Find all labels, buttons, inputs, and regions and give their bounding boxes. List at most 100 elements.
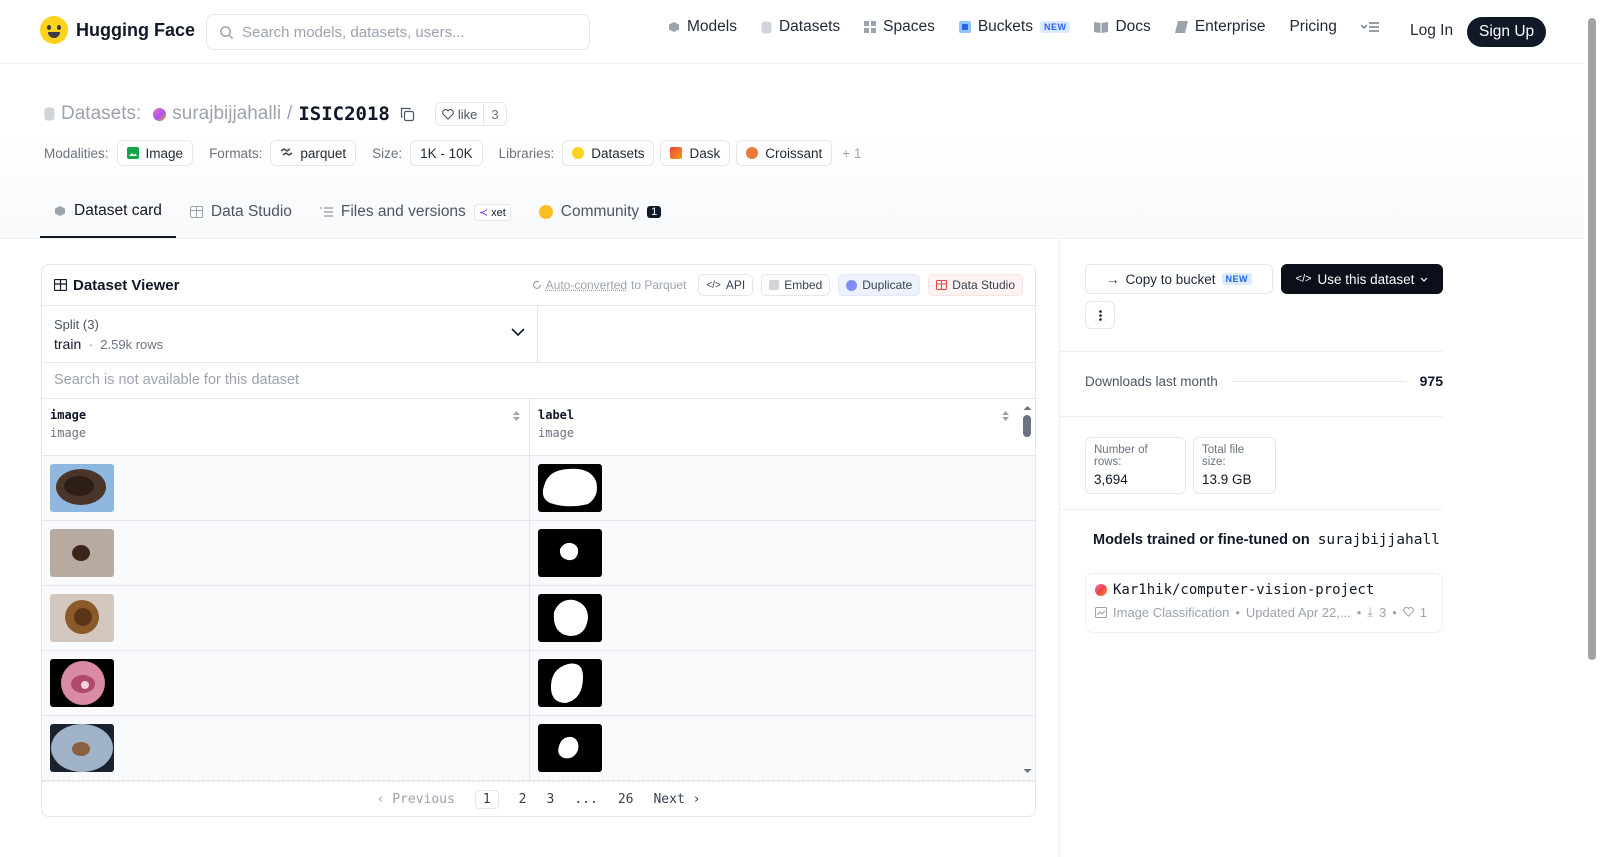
xet-badge-label: xet <box>491 206 506 219</box>
embed-button[interactable]: Embed <box>761 274 831 296</box>
column-header-label[interactable]: label image <box>530 399 1018 455</box>
image-modality-icon <box>126 147 139 159</box>
pager-page-1[interactable]: 1 <box>474 789 499 809</box>
auto-converted-note[interactable]: Auto-converted to Parquet <box>532 278 687 292</box>
table-scrollbar[interactable] <box>1020 401 1035 779</box>
segmentation-mask-thumbnail[interactable] <box>538 529 602 577</box>
pager-page-2[interactable]: 2 <box>519 792 527 807</box>
refresh-icon <box>532 280 541 289</box>
search-input[interactable] <box>242 23 572 41</box>
nav-spaces[interactable]: Spaces <box>864 18 935 36</box>
segmentation-mask-thumbnail[interactable] <box>538 659 602 707</box>
table-row[interactable] <box>42 521 1035 586</box>
embed-icon <box>769 280 780 290</box>
tag-croissant[interactable]: Croissant <box>736 140 833 166</box>
new-badge: NEW <box>1221 273 1253 285</box>
search-bar[interactable] <box>206 14 590 50</box>
sort-icon[interactable] <box>512 410 521 422</box>
copy-to-bucket-button[interactable]: → Copy to bucket NEW <box>1085 264 1273 294</box>
model-likes: 1 <box>1419 604 1428 620</box>
lesion-image-thumbnail[interactable] <box>50 659 114 707</box>
tag-datasets-label: Datasets <box>591 145 645 161</box>
nav-pricing[interactable]: Pricing <box>1289 18 1336 36</box>
auto-converted-link[interactable]: Auto-converted <box>546 278 627 292</box>
data-studio-label: Data Studio <box>952 278 1015 292</box>
spaces-grid-icon <box>864 21 877 33</box>
repo-name[interactable]: ISIC2018 <box>298 103 390 125</box>
tag-dask[interactable]: Dask <box>660 140 731 166</box>
pager-next-label: Next <box>653 791 685 807</box>
nav-more-menu[interactable] <box>1360 21 1379 33</box>
signup-button[interactable]: Sign Up <box>1467 17 1547 47</box>
libraries-more[interactable]: + 1 <box>842 146 861 161</box>
tag-datasets[interactable]: Datasets <box>562 140 655 166</box>
tab-files-and-versions[interactable]: Files and versions ≺ xet <box>306 186 525 238</box>
vertical-dots-icon <box>1098 309 1102 321</box>
stat-label: Number of rows: <box>1094 444 1148 468</box>
modalities-label: Modalities: <box>44 145 109 161</box>
repo-kind[interactable]: Datasets: <box>61 103 141 125</box>
model-card[interactable]: Kar1hik/computer-vision-project Image Cl… <box>1085 573 1443 633</box>
table-icon <box>189 206 203 218</box>
community-count-badge: 1 <box>647 206 662 218</box>
pager-next[interactable]: Next › <box>653 792 700 807</box>
nav-enterprise[interactable]: Enterprise <box>1174 18 1265 36</box>
tag-image[interactable]: Image <box>116 140 194 166</box>
pager-page-26[interactable]: 26 <box>618 792 634 807</box>
nav-docs[interactable]: Docs <box>1094 18 1151 36</box>
xet-badge: ≺ xet <box>473 203 511 221</box>
libraries-label: Libraries: <box>498 145 555 161</box>
duplicate-button[interactable]: Duplicate <box>838 274 921 296</box>
download-icon: ⤓ <box>1367 604 1373 619</box>
code-icon: </> <box>1295 273 1312 285</box>
segmentation-mask-thumbnail[interactable] <box>538 594 602 642</box>
model-name[interactable]: Kar1hik/computer-vision-project <box>1113 582 1374 598</box>
pager-previous[interactable]: ‹ Previous <box>377 792 455 807</box>
column-header-image[interactable]: image image <box>42 399 530 455</box>
more-options-button[interactable] <box>1085 301 1115 329</box>
downloads-value: 975 <box>1419 373 1443 389</box>
repo-owner[interactable]: surajbijjahalli <box>172 103 281 125</box>
lesion-image-thumbnail[interactable] <box>50 464 114 512</box>
login-link[interactable]: Log In <box>1410 22 1453 40</box>
nav-models[interactable]: Models <box>668 18 737 36</box>
use-this-dataset-button[interactable]: </> Use this dataset <box>1281 264 1443 294</box>
tab-community[interactable]: Community 1 <box>525 186 676 238</box>
nav-pricing-label: Pricing <box>1289 18 1337 35</box>
tag-parquet[interactable]: parquet <box>270 140 357 166</box>
chevron-down-icon <box>511 328 525 337</box>
like-button[interactable]: like 3 <box>434 102 507 126</box>
lesion-image-thumbnail[interactable] <box>50 529 114 577</box>
nav-buckets[interactable]: Buckets NEW <box>958 18 1071 36</box>
api-label: API <box>725 278 746 292</box>
segmentation-mask-thumbnail[interactable] <box>538 464 602 512</box>
column-name: image <box>50 408 87 422</box>
table-row[interactable] <box>42 586 1035 651</box>
table-row[interactable] <box>42 716 1035 781</box>
tab-dataset-card[interactable]: Dataset card <box>40 186 176 238</box>
segmentation-mask-thumbnail[interactable] <box>538 724 602 772</box>
table-row[interactable] <box>42 651 1035 716</box>
tag-parquet-label: parquet <box>300 145 347 161</box>
data-studio-button[interactable]: Data Studio <box>928 274 1023 296</box>
model-updated: Updated Apr 22,... <box>1245 604 1351 620</box>
logo[interactable]: Hugging Face <box>40 16 195 44</box>
tab-data-studio-label: Data Studio <box>210 203 292 220</box>
nav-datasets[interactable]: Datasets <box>761 18 840 36</box>
sidebar-divider <box>1060 509 1443 510</box>
page-scrollbar[interactable] <box>1588 18 1596 660</box>
meta-separator: • <box>1235 604 1240 620</box>
pager-page-3[interactable]: 3 <box>547 792 555 807</box>
table-row[interactable] <box>42 456 1035 521</box>
lesion-image-thumbnail[interactable] <box>50 594 114 642</box>
database-icon <box>44 107 55 121</box>
to-parquet-text: to Parquet <box>631 278 687 292</box>
tag-size[interactable]: 1K - 10K <box>410 140 483 166</box>
api-button[interactable]: </> API <box>698 274 754 296</box>
copy-icon[interactable] <box>400 107 415 122</box>
tab-data-studio[interactable]: Data Studio <box>176 186 306 238</box>
viewer-search-unavailable: Search is not available for this dataset <box>42 363 1035 399</box>
split-selector[interactable]: Split (3) train · 2.59k rows <box>42 306 538 362</box>
sort-icon[interactable] <box>1001 410 1010 422</box>
lesion-image-thumbnail[interactable] <box>50 724 114 772</box>
